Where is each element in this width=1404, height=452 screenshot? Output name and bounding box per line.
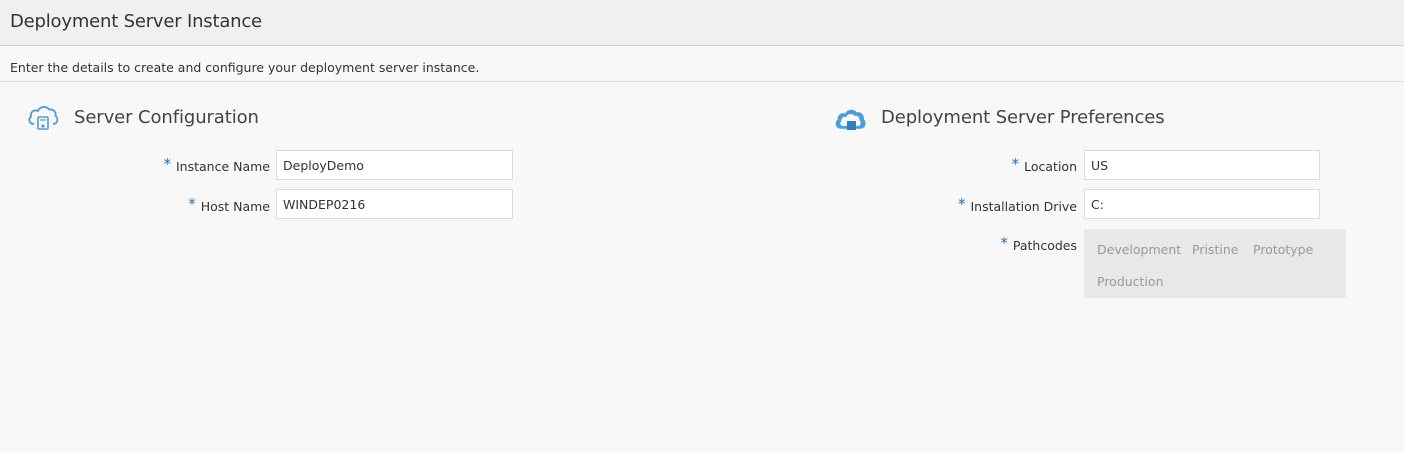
cloud-server-icon bbox=[26, 102, 60, 132]
instructions-bar: Enter the details to create and configur… bbox=[0, 47, 1404, 82]
page-title: Deployment Server Instance bbox=[10, 11, 262, 32]
host-name-input[interactable] bbox=[276, 189, 513, 219]
pathcodes-label: * Pathcodes bbox=[1000, 234, 1077, 253]
required-marker: * bbox=[163, 155, 171, 173]
server-configuration-title: Server Configuration bbox=[74, 107, 259, 128]
required-marker: * bbox=[957, 195, 966, 213]
installation-drive-label: * Installation Drive bbox=[957, 195, 1077, 214]
pathcode-option-development[interactable]: Development bbox=[1097, 242, 1181, 257]
deployment-preferences-title: Deployment Server Preferences bbox=[881, 107, 1165, 128]
location-label: * Location bbox=[1011, 155, 1077, 174]
pathcode-option-production[interactable]: Production bbox=[1097, 274, 1164, 289]
required-marker: * bbox=[188, 195, 196, 213]
instance-name-input[interactable] bbox=[276, 150, 513, 180]
page-header: Deployment Server Instance bbox=[0, 0, 1404, 46]
cloud-database-icon bbox=[834, 104, 868, 134]
pathcodes-selector[interactable]: Development Pristine Prototype Productio… bbox=[1084, 229, 1346, 298]
pathcode-option-prototype[interactable]: Prototype bbox=[1253, 242, 1313, 257]
instance-name-label: * Instance Name bbox=[163, 155, 270, 174]
pathcode-option-pristine[interactable]: Pristine bbox=[1192, 242, 1238, 257]
required-marker: * bbox=[1000, 234, 1008, 252]
instructions-text: Enter the details to create and configur… bbox=[10, 60, 480, 75]
required-marker: * bbox=[1011, 155, 1020, 173]
location-input[interactable] bbox=[1084, 150, 1320, 180]
installation-drive-input[interactable] bbox=[1084, 189, 1320, 219]
host-name-label: * Host Name bbox=[188, 195, 270, 214]
